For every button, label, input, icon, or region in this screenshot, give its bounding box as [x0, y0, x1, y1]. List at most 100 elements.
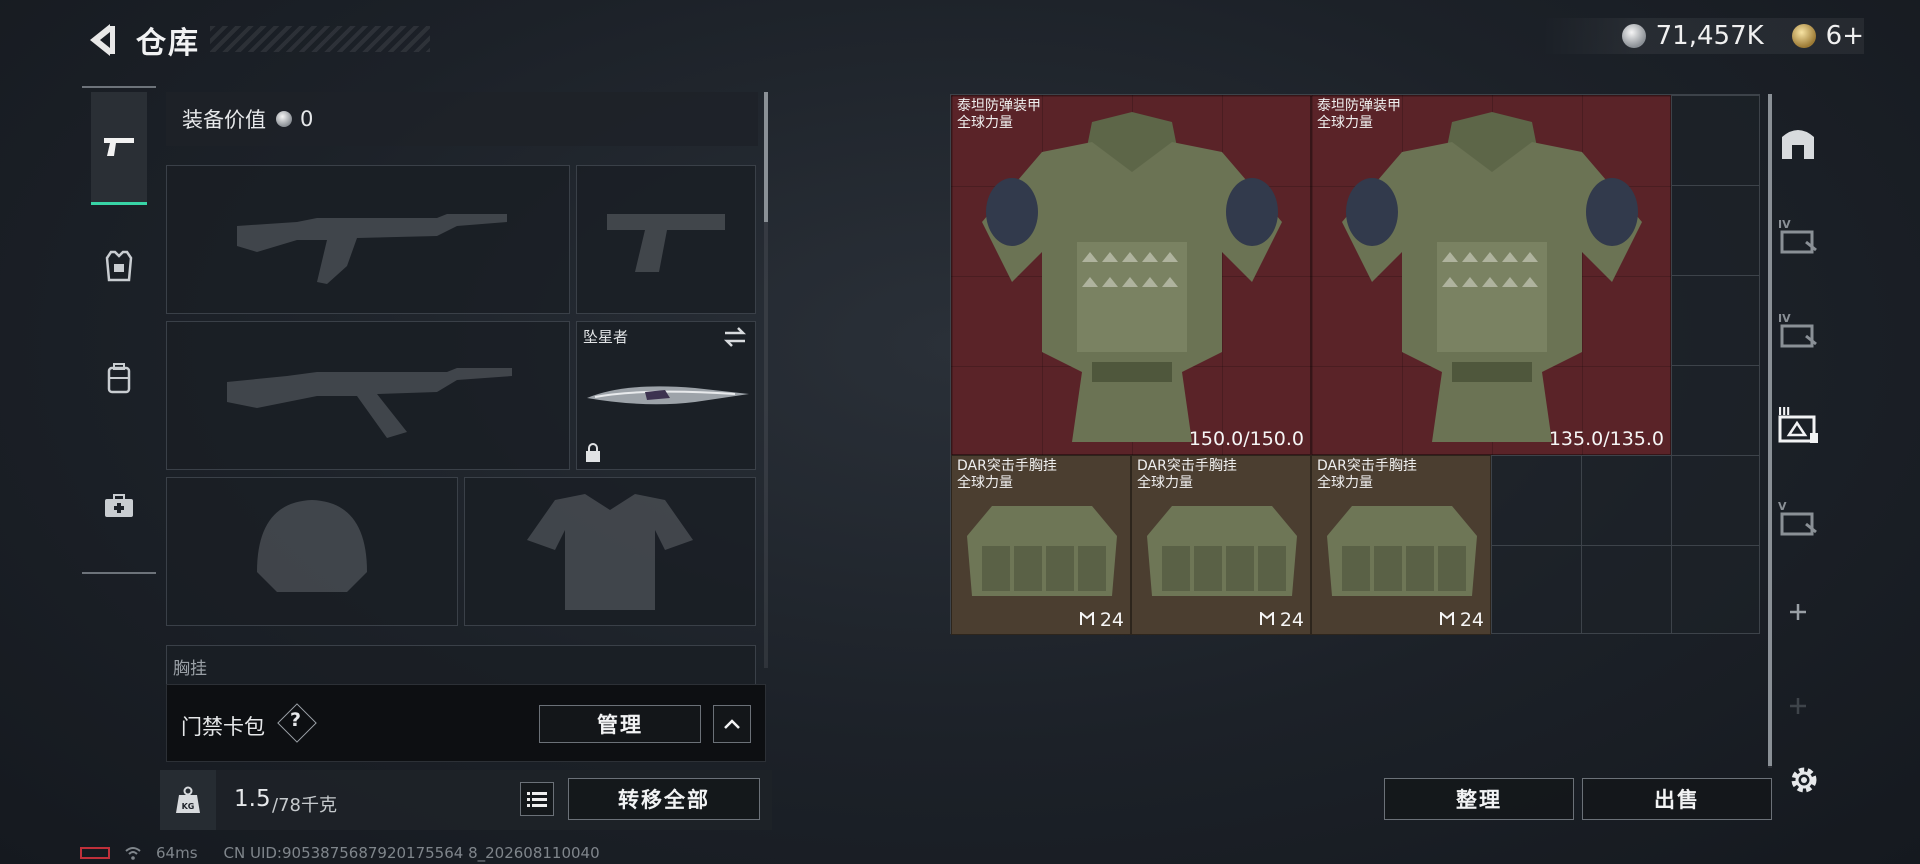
- collapse-button[interactable]: [713, 705, 751, 743]
- category-tab-armor[interactable]: [91, 238, 147, 294]
- stash-tab-add-disabled: [1772, 680, 1824, 732]
- stash-tab-container-iv-2[interactable]: IV: [1772, 304, 1824, 356]
- swap-icon[interactable]: [723, 326, 747, 348]
- silver-coin-icon: [276, 111, 292, 127]
- rifle-silhouette-icon: [227, 368, 512, 438]
- weight-icon: KG: [176, 786, 200, 813]
- category-tab-medkit[interactable]: [91, 478, 147, 534]
- card-pack-label: 门禁卡包: [181, 715, 265, 739]
- capacity-icon: [1439, 610, 1454, 625]
- manage-button[interactable]: 管理: [539, 705, 701, 743]
- helmet-silhouette-icon: [257, 500, 367, 592]
- silver-coin-icon: [1621, 24, 1646, 48]
- back-button[interactable]: [80, 20, 120, 60]
- help-icon[interactable]: ?: [290, 709, 301, 731]
- wifi-icon: [125, 847, 141, 860]
- item-name-block: DAR突击手胸挂 全球力量: [1317, 458, 1417, 491]
- list-view-button[interactable]: [520, 782, 554, 816]
- stash-tab-add[interactable]: [1772, 586, 1824, 638]
- stash-item-chest-rig[interactable]: DAR突击手胸挂 全球力量 24: [951, 455, 1131, 635]
- item-capacity: 24: [1439, 609, 1484, 631]
- svg-text:KG: KG: [182, 802, 195, 811]
- category-sidebar: [82, 86, 156, 574]
- currency-bar: 71,457K 6+: [1541, 18, 1864, 54]
- helmet-slot[interactable]: [166, 477, 458, 626]
- equipment-panel: 装备价值 0 坠星者 胸挂: [166, 92, 766, 685]
- item-capacity: 24: [1079, 609, 1124, 631]
- body-armor-slot[interactable]: [464, 477, 756, 626]
- transfer-all-button[interactable]: 转移全部: [568, 778, 760, 820]
- stash-tab-container-iv-1[interactable]: IV: [1772, 210, 1824, 262]
- capacity-icon: [1079, 610, 1094, 625]
- battery-icon: [80, 847, 110, 859]
- silver-amount: 71,457K: [1655, 21, 1764, 51]
- backpack-icon: [107, 363, 131, 394]
- stash-tab-container-iii[interactable]: III: [1772, 398, 1824, 450]
- lock-icon: [586, 443, 600, 462]
- item-name-block: DAR突击手胸挂 全球力量: [957, 458, 1057, 491]
- inventory-bottom-bar: KG 1.5 /78千克 转移全部: [160, 770, 772, 830]
- ping-text: 64ms: [156, 844, 198, 862]
- stash-item-armor[interactable]: 泰坦防弹装甲 全球力量 150.0/150.0: [951, 95, 1311, 455]
- rifle-silhouette-icon: [237, 214, 507, 284]
- current-weight: 1.5: [234, 786, 271, 812]
- primary-weapon-slot[interactable]: [166, 165, 570, 314]
- equipment-scrollbar-thumb[interactable]: [764, 92, 768, 222]
- stash-tab-main[interactable]: [1772, 116, 1824, 168]
- sell-button[interactable]: 出售: [1582, 778, 1772, 820]
- equipment-value-header: 装备价值 0: [166, 92, 758, 146]
- body-armor-image: [982, 112, 1282, 442]
- access-card-pack-bar: 门禁卡包 ? 管理: [166, 684, 766, 762]
- back-arrow-icon: [90, 24, 115, 56]
- chest-rig-image: [967, 506, 1117, 596]
- pistol-silhouette-icon: [607, 214, 725, 272]
- add-icon: [1790, 698, 1806, 714]
- item-durability: 150.0/150.0: [1188, 428, 1304, 450]
- medkit-icon: [105, 494, 133, 517]
- chest-rig-image: [1147, 506, 1297, 596]
- svg-text:IV: IV: [1778, 218, 1791, 231]
- stash-item-chest-rig[interactable]: DAR突击手胸挂 全球力量 24: [1131, 455, 1311, 635]
- item-durability: 135.0/135.0: [1548, 428, 1664, 450]
- container-iii-icon: III: [1778, 405, 1818, 443]
- add-icon: [1790, 604, 1806, 620]
- item-capacity: 24: [1259, 609, 1304, 631]
- title-decoration: [210, 26, 430, 52]
- body-armor-image: [1342, 112, 1642, 442]
- category-tab-backpack[interactable]: [91, 350, 147, 406]
- knife-icon: [587, 386, 749, 405]
- category-tab-firearm[interactable]: [91, 92, 147, 205]
- stash-item-chest-rig[interactable]: DAR突击手胸挂 全球力量 24: [1311, 455, 1491, 635]
- stash-tab-container-v[interactable]: V: [1772, 492, 1824, 544]
- svg-text:IV: IV: [1778, 312, 1791, 325]
- chevron-up-icon: [724, 719, 740, 729]
- container-iv-icon: IV: [1778, 218, 1817, 254]
- stash-icon: [1782, 130, 1814, 159]
- melee-name: 坠星者: [583, 328, 629, 346]
- melee-slot[interactable]: 坠星者: [576, 321, 756, 470]
- settings-button[interactable]: [1786, 762, 1822, 798]
- armor-silhouette-icon: [527, 494, 693, 610]
- pistol-icon: [104, 138, 134, 156]
- list-icon: [527, 792, 547, 807]
- equipment-value-label: 装备价值: [182, 108, 266, 132]
- item-name-block: DAR突击手胸挂 全球力量: [1137, 458, 1237, 491]
- stash-container-tabs: IV IV III V: [1766, 94, 1830, 744]
- pistol-slot[interactable]: [576, 165, 756, 314]
- organize-button[interactable]: 整理: [1384, 778, 1574, 820]
- equipment-value: 0: [300, 107, 314, 131]
- secondary-weapon-slot[interactable]: [166, 321, 570, 470]
- stash-grid[interactable]: 泰坦防弹装甲 全球力量 150.0/150.0 泰坦防弹装甲 全球力量 135.…: [950, 94, 1760, 635]
- chest-rig-label: 胸挂: [173, 659, 207, 679]
- container-iv-icon: IV: [1778, 312, 1817, 348]
- svg-text:V: V: [1778, 500, 1787, 513]
- gold-amount[interactable]: 6+: [1826, 21, 1864, 51]
- chest-rig-image: [1327, 506, 1477, 596]
- stash-item-armor[interactable]: 泰坦防弹装甲 全球力量 135.0/135.0: [1311, 95, 1671, 455]
- chest-rig-slot[interactable]: 胸挂: [166, 645, 756, 685]
- container-v-icon: V: [1778, 500, 1817, 536]
- page-title: 仓库: [136, 26, 200, 61]
- gold-coin-icon: [1791, 24, 1816, 48]
- status-bar: 64ms CN UID:9053875687920175564 8_202608…: [80, 844, 600, 862]
- capacity-icon: [1259, 610, 1274, 625]
